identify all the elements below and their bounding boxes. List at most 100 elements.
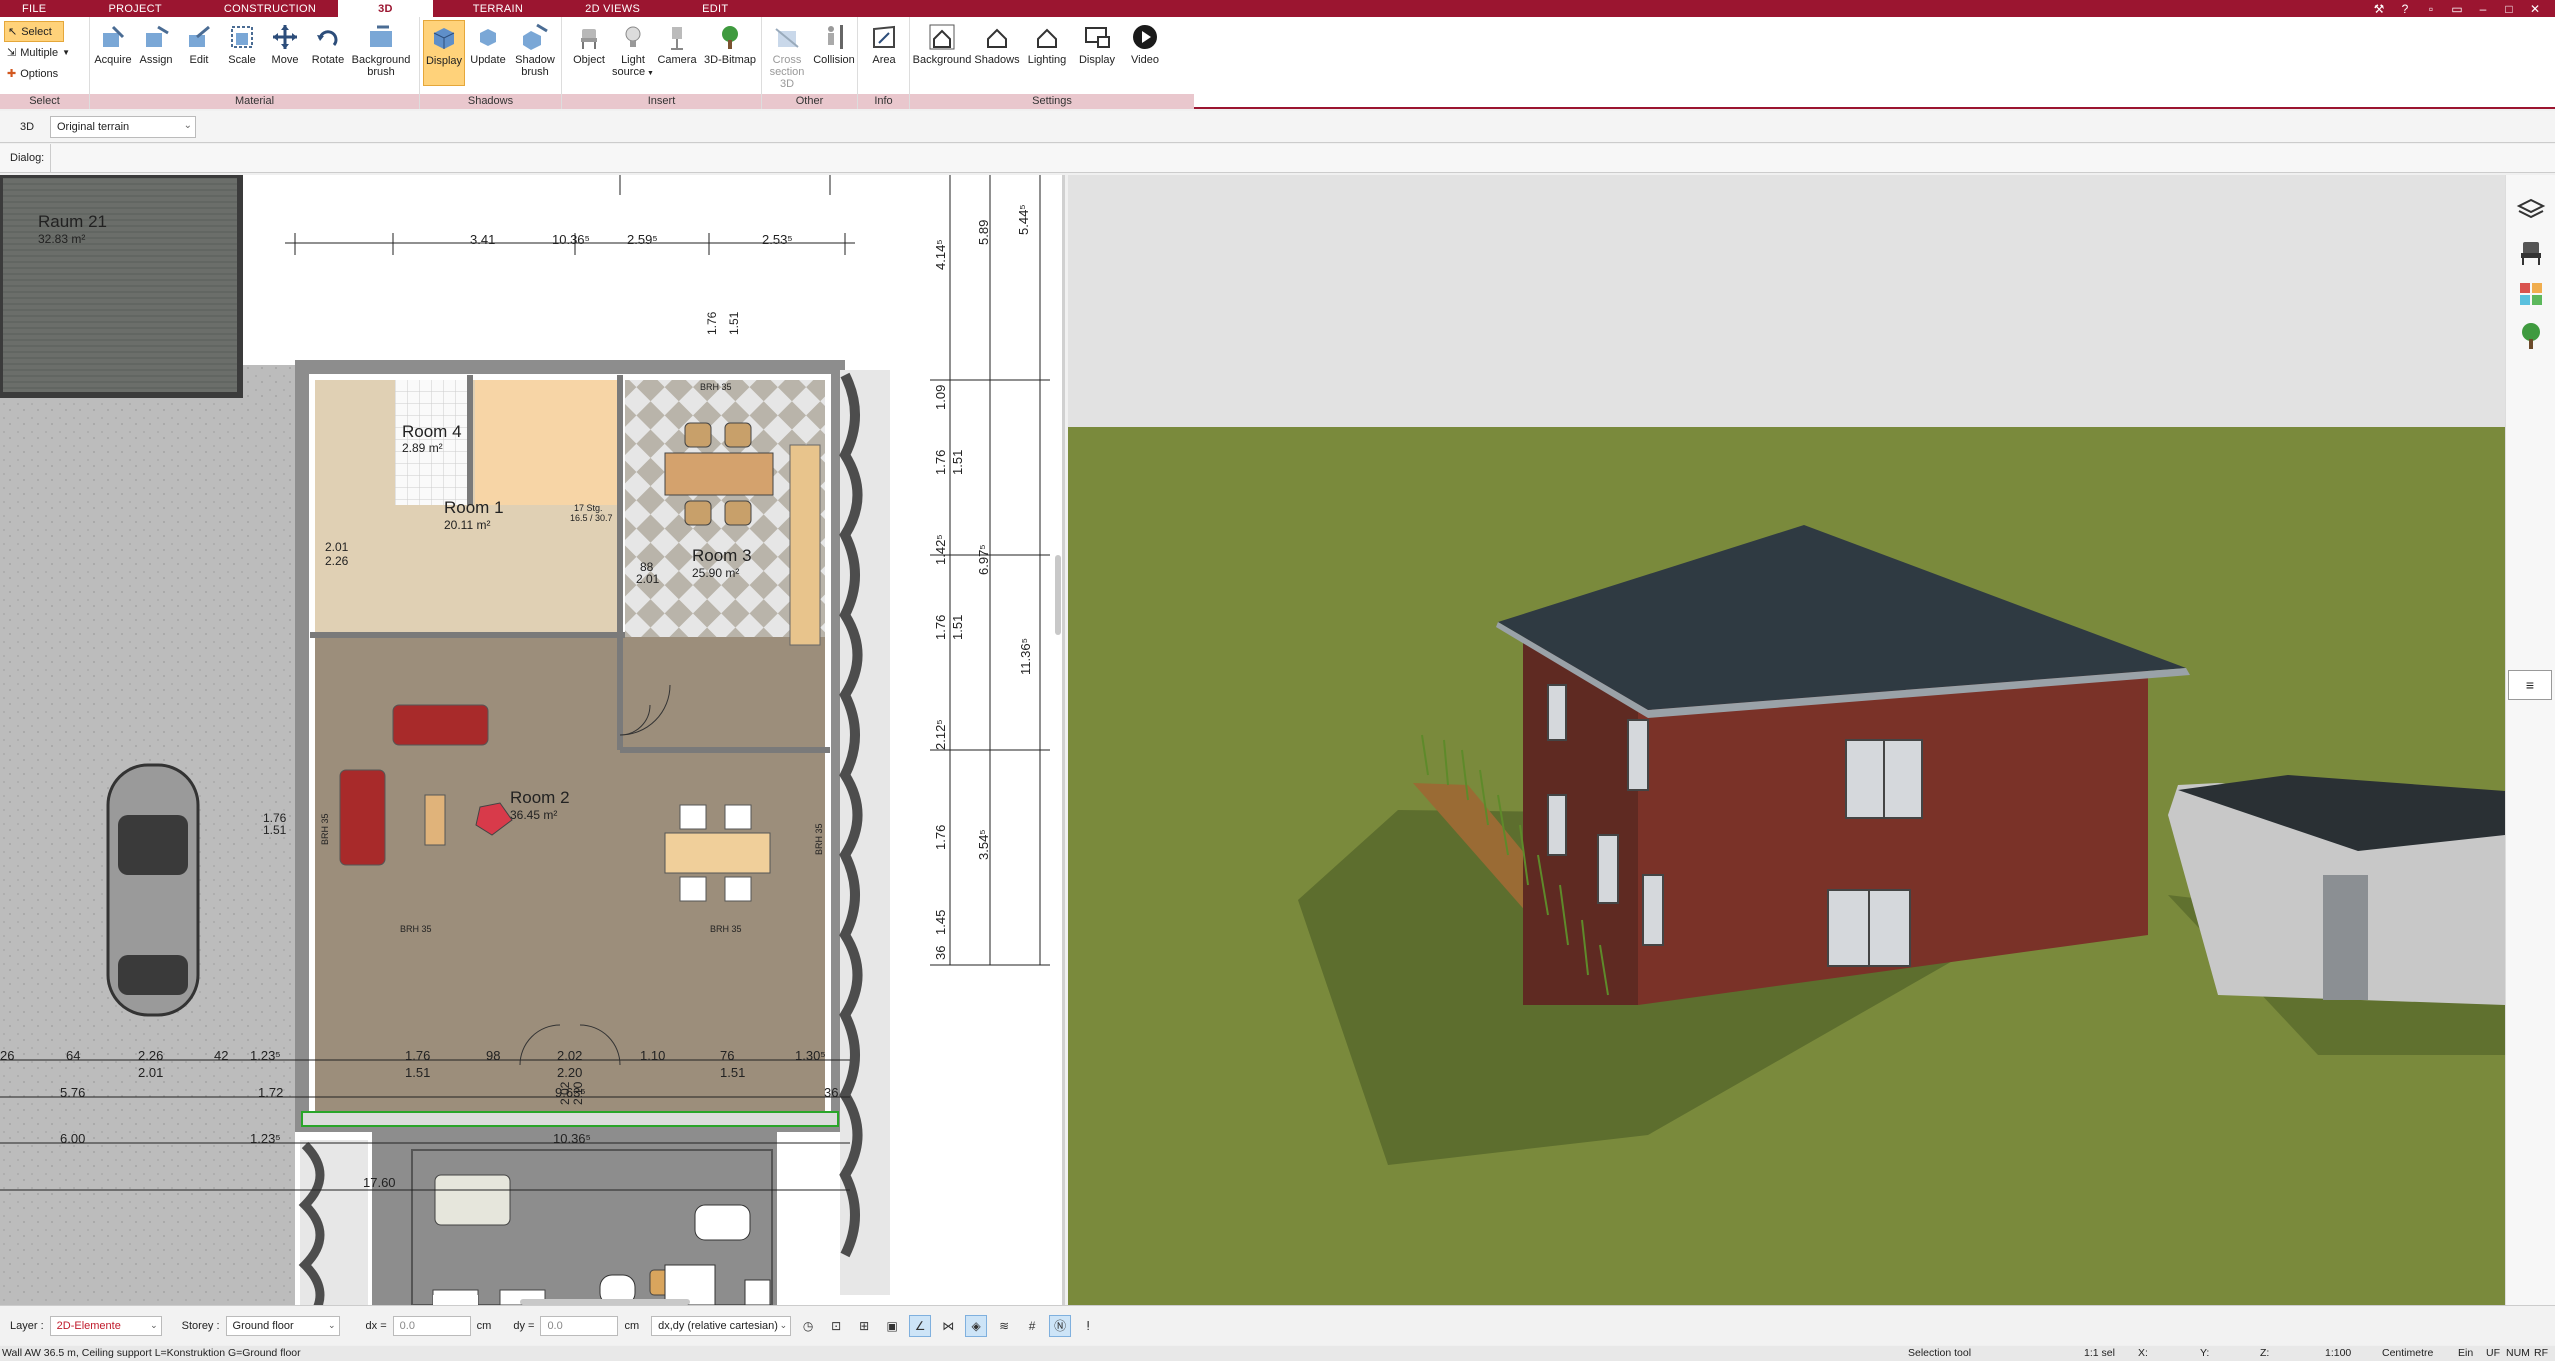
hatch-icon[interactable]: ≋ <box>993 1315 1015 1337</box>
3d-viewport[interactable] <box>1068 175 2505 1305</box>
lighting-settings-button[interactable]: Lighting <box>1022 23 1072 66</box>
update-shadows-button[interactable]: Update <box>467 23 509 66</box>
area-button[interactable]: Area <box>863 23 905 66</box>
dimension-label: 5.89 <box>976 220 991 245</box>
ribbon-group-other: Cross section 3D Collision Other <box>762 17 858 109</box>
hedge <box>840 370 890 1295</box>
dimension-label: 1.51 <box>720 1065 745 1080</box>
info-bar: Wall AW 36.5 m, Ceiling support L=Konstr… <box>0 1346 2555 1361</box>
tab-2d-views[interactable]: 2D VIEWS <box>545 0 662 17</box>
background-settings-button[interactable]: Background <box>912 23 972 66</box>
acquire-button[interactable]: Acquire <box>92 23 134 66</box>
svg-text:1.51: 1.51 <box>263 823 287 837</box>
edit-material-button[interactable]: Edit <box>178 23 220 66</box>
monitor-icon <box>1085 27 1110 48</box>
svg-text:2.26: 2.26 <box>325 554 349 568</box>
cross-section-3d-button[interactable]: Cross section 3D <box>764 23 810 90</box>
hedge-left <box>300 1140 368 1305</box>
tab-edit[interactable]: EDIT <box>662 0 750 17</box>
restore-icon[interactable]: ▭ <box>2449 2 2465 16</box>
ribbon: ↖ Select ⇲ Multiple ▼ ✚ Options Select A… <box>0 17 2555 109</box>
maximize-icon[interactable]: □ <box>2501 2 2517 16</box>
room-label: Room 4 <box>402 422 462 441</box>
rotate-button[interactable]: Rotate <box>307 23 349 66</box>
group-label-insert: Insert <box>562 94 761 109</box>
close-icon[interactable]: ✕ <box>2527 2 2543 16</box>
scale-button[interactable]: Scale <box>221 23 263 66</box>
ortho-icon[interactable]: ⋈ <box>937 1315 959 1337</box>
background-brush-button[interactable]: Background brush <box>350 23 412 78</box>
chevron-down-icon: ⌄ <box>328 1320 336 1330</box>
floor-plan-viewport[interactable]: Raum 21 32.83 m² Room 4 2.89 m² Room 1 2… <box>0 175 1065 1305</box>
lightbulb-icon <box>625 26 641 47</box>
assign-button[interactable]: Assign <box>135 23 177 66</box>
dx-input[interactable]: 0.0 <box>392 1315 471 1336</box>
object-button[interactable]: Object <box>568 23 610 66</box>
group-label-other: Other <box>762 94 857 109</box>
unit-label: Centimetre <box>2382 1347 2434 1359</box>
camera-button[interactable]: Camera <box>656 23 698 66</box>
house-light-icon <box>1037 28 1057 48</box>
z-coordinate: Z: <box>2260 1347 2270 1359</box>
tab-file[interactable]: FILE <box>0 0 68 17</box>
floor-plan-canvas[interactable]: Raum 21 32.83 m² Room 4 2.89 m² Room 1 2… <box>0 175 1065 1305</box>
staircase <box>475 380 620 505</box>
bitmap-3d-button[interactable]: 3D-Bitmap <box>702 23 758 66</box>
dimension-label: 1.51 <box>405 1065 430 1080</box>
coordinate-mode-dropdown[interactable]: dx,dy (relative cartesian) ⌄ <box>651 1315 792 1336</box>
layers-icon[interactable] <box>2516 195 2546 225</box>
chevron-down-icon: ⌄ <box>150 1320 158 1330</box>
shadows-settings-button[interactable]: Shadows <box>972 23 1022 66</box>
palette-icon[interactable] <box>2516 279 2546 309</box>
video-button[interactable]: Video <box>1122 23 1168 66</box>
3d-scene-canvas[interactable] <box>1068 175 2505 1305</box>
dy-input[interactable]: 0.0 <box>540 1315 619 1336</box>
garage-door <box>2323 875 2368 1000</box>
layer-color-icon[interactable]: ▣ <box>881 1315 903 1337</box>
grid-icon[interactable]: # <box>1021 1315 1043 1337</box>
dimension-label: 76 <box>720 1048 734 1063</box>
collapse-panel-handle[interactable]: ≡ <box>2508 670 2552 700</box>
menu-tab-bar: FILE PROJECT CONSTRUCTION 3D TERRAIN 2D … <box>0 0 2555 17</box>
tab-terrain[interactable]: TERRAIN <box>433 0 545 17</box>
clock-icon[interactable]: ◷ <box>797 1315 819 1337</box>
dy-label: dy = <box>513 1319 535 1332</box>
tab-construction[interactable]: CONSTRUCTION <box>184 0 338 17</box>
layer-dropdown[interactable]: 2D-Elemente ⌄ <box>49 1315 162 1336</box>
dimension-label: 36 <box>824 1085 838 1100</box>
status-toolbar: Layer : 2D-Elemente ⌄ Storey : Ground fl… <box>0 1305 2555 1345</box>
svg-text:2.01: 2.01 <box>325 540 349 554</box>
catch-icon[interactable]: ◈ <box>965 1314 988 1337</box>
tab-project[interactable]: PROJECT <box>68 0 183 17</box>
minimize-icon[interactable]: – <box>2475 2 2491 16</box>
snap-icon[interactable]: ⊡ <box>825 1315 847 1337</box>
options-button[interactable]: ✚ Options <box>4 63 84 84</box>
chair-icon[interactable] <box>2516 237 2546 267</box>
info-icon[interactable]: ⵑ <box>1077 1315 1099 1337</box>
tab-3d[interactable]: 3D <box>338 0 433 17</box>
group-label-settings: Settings <box>910 94 1194 109</box>
display-settings-button[interactable]: Display <box>1072 23 1122 66</box>
plan-vertical-scrollbar[interactable] <box>1055 555 1061 635</box>
light-source-button[interactable]: Light source ▼ <box>612 23 654 78</box>
north-icon[interactable]: Ⓝ <box>1049 1314 1072 1337</box>
collision-button[interactable]: Collision <box>812 23 856 66</box>
selection-info: Wall AW 36.5 m, Ceiling support L=Konstr… <box>2 1347 301 1359</box>
room-area: 25.90 m² <box>692 566 739 580</box>
help-icon[interactable]: ? <box>2397 2 2413 16</box>
room-label: Room 2 <box>510 788 570 807</box>
multiple-dropdown[interactable]: ⇲ Multiple ▼ <box>4 42 84 63</box>
select-tool-button[interactable]: ↖ Select <box>4 21 64 42</box>
ribbon-group-shadows: Display Update Shadow brush Shadows <box>420 17 562 109</box>
tools-icon[interactable]: ⚒ <box>2371 2 2387 16</box>
storey-dropdown[interactable]: Ground floor ⌄ <box>225 1315 340 1336</box>
settings-icon[interactable]: ▫ <box>2423 2 2439 16</box>
tree-icon[interactable] <box>2516 321 2546 351</box>
angle-snap-icon[interactable]: ∠ <box>909 1314 932 1337</box>
move-button[interactable]: Move <box>264 23 306 66</box>
shadow-brush-button[interactable]: Shadow brush <box>511 23 559 78</box>
measure-icon[interactable]: ⊞ <box>853 1315 875 1337</box>
terrain-dropdown[interactable]: Original terrain ⌄ <box>50 115 196 138</box>
display-shadows-button[interactable]: Display <box>423 20 465 86</box>
coffee-table <box>424 794 446 846</box>
